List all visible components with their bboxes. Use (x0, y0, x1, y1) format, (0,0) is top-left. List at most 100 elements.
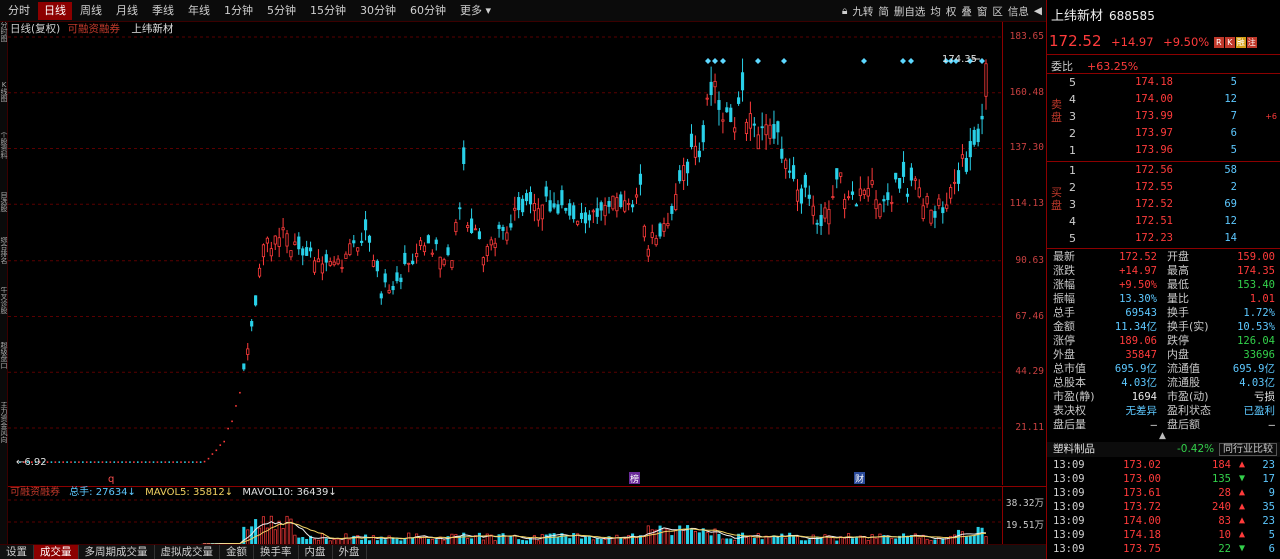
sector-name[interactable]: 塑料制品 (1053, 442, 1095, 457)
left-tab-4[interactable]: 综合排名 (0, 237, 8, 283)
stat-label: 流通股 (1167, 376, 1200, 389)
stock-name: 上纬新材 (1051, 9, 1104, 24)
tab-period-6[interactable]: 1分钟 (218, 2, 259, 20)
buy-level-row[interactable]: 3 172.52 69 (1047, 196, 1280, 213)
tab-period-4[interactable]: 季线 (146, 2, 180, 20)
toolbar-item-3[interactable]: 均 (930, 4, 941, 19)
buy-level-row[interactable]: 1 172.56 58 (1047, 162, 1280, 179)
lock-icon[interactable]: 🔒︎ (842, 5, 848, 18)
tab-period-2[interactable]: 周线 (74, 2, 108, 20)
tick-count: 5 (1268, 529, 1275, 541)
tab-period-10[interactable]: 60分钟 (404, 2, 452, 20)
left-tab-3[interactable]: 自选股 (0, 192, 8, 233)
toolbar-item-8[interactable]: 信息 (1008, 4, 1029, 19)
left-tab-2[interactable]: 个股资料 (0, 132, 8, 188)
toolbar-item-0[interactable]: 九转 (852, 4, 873, 19)
event-marker-icon[interactable] (720, 58, 726, 64)
tab-period-1[interactable]: 日线 (38, 1, 72, 20)
left-tab-5[interactable]: 牛叉诊股 (0, 287, 8, 338)
volume-bar (301, 537, 305, 544)
indicator-tab-1[interactable]: 成交量 (34, 545, 79, 559)
toolbar-item-6[interactable]: 窗 (977, 4, 988, 19)
indicator-tab-6[interactable]: 内盘 (299, 545, 333, 559)
toolbar-item-2[interactable]: 删自选 (894, 4, 926, 19)
volume-bar (513, 534, 517, 544)
collapse-panel-icon[interactable]: ◀ (1034, 5, 1042, 17)
toolbar-item-1[interactable]: 简 (878, 4, 889, 19)
candle (795, 179, 800, 212)
candle (968, 128, 972, 171)
price-line: 172.52 +14.97 +9.50% RK融注 (1049, 32, 1257, 50)
collapse-arrow-icon[interactable]: ▲ (1159, 431, 1166, 441)
stat-label: 市盈(静) (1053, 390, 1095, 403)
candle (113, 461, 116, 463)
stat-label: 盈利状态 (1167, 404, 1211, 417)
volume-bar (631, 533, 635, 544)
tab-period-11[interactable]: 更多 ▾ (454, 2, 497, 20)
volume-bar (984, 536, 988, 544)
volume-margin-label[interactable]: 可融资融券 (10, 487, 60, 498)
indicator-tab-7[interactable]: 外盘 (333, 545, 367, 559)
left-tab-0[interactable]: 分时图 (0, 22, 8, 78)
tab-period-7[interactable]: 5分钟 (261, 2, 302, 20)
indicator-tab-0[interactable]: 设置 (0, 545, 34, 559)
candle (352, 234, 356, 248)
margin-trading-label[interactable]: 可融资融券 (68, 23, 121, 35)
left-tab-1[interactable]: K线图 (0, 82, 8, 128)
event-marker-icon[interactable] (755, 58, 761, 64)
candle (470, 208, 474, 234)
candle (501, 224, 505, 240)
kline-chart[interactable]: 174.35 ←6.92 q 榜 财 (8, 22, 1002, 485)
stat-value: 1.01 (1249, 293, 1275, 305)
stock-badges: RK融注 (1213, 36, 1257, 49)
tick-count: 35 (1262, 501, 1275, 513)
candle (870, 167, 874, 188)
chart-marker-bang[interactable]: 榜 (630, 473, 639, 485)
indicator-tab-5[interactable]: 换手率 (254, 545, 299, 559)
stat-value: 亏损 (1254, 391, 1275, 403)
order-level: 2 (1069, 181, 1076, 194)
sell-level-row[interactable]: 1 173.96 5 (1047, 142, 1280, 159)
stat-value: 126.04 (1237, 335, 1275, 347)
candle (493, 237, 497, 257)
volume-bar (709, 535, 713, 544)
toolbar-item-4[interactable]: 权 (946, 4, 957, 19)
event-marker-icon[interactable] (908, 58, 914, 64)
divider (1047, 248, 1280, 249)
sell-level-row[interactable]: 3 173.99 7 +6 (1047, 108, 1280, 125)
event-marker-icon[interactable] (861, 58, 867, 64)
event-marker-icon[interactable] (712, 58, 718, 64)
chart-marker-q[interactable]: q (108, 474, 114, 485)
candle (395, 266, 399, 284)
tab-period-9[interactable]: 30分钟 (354, 2, 402, 20)
event-marker-icon[interactable] (705, 58, 711, 64)
left-tab-6[interactable]: 超级盘口 (0, 342, 8, 398)
candle (203, 460, 206, 463)
buy-level-row[interactable]: 4 172.51 12 (1047, 213, 1280, 230)
sell-level-row[interactable]: 4 174.00 12 (1047, 91, 1280, 108)
buy-level-row[interactable]: 5 172.23 14 (1047, 230, 1280, 247)
event-marker-icon[interactable] (781, 58, 787, 64)
left-tab-7[interactable]: 主力资金风向 (0, 402, 8, 540)
volume-bar (261, 516, 265, 544)
tab-period-3[interactable]: 月线 (110, 2, 144, 20)
toolbar-item-7[interactable]: 区 (992, 4, 1003, 19)
sell-level-row[interactable]: 2 173.97 6 (1047, 125, 1280, 142)
sell-level-row[interactable]: 5 174.18 5 (1047, 74, 1280, 91)
event-marker-icon[interactable] (900, 58, 906, 64)
candle (316, 249, 321, 263)
indicator-tab-3[interactable]: 虚拟成交量 (155, 545, 220, 559)
candle (133, 461, 135, 463)
buy-level-row[interactable]: 2 172.55 2 (1047, 179, 1280, 196)
volume-bar (764, 535, 768, 544)
chart-marker-cai[interactable]: 财 (855, 473, 864, 485)
tab-period-0[interactable]: 分时 (2, 2, 36, 20)
indicator-tab-4[interactable]: 金额 (220, 545, 254, 559)
order-price: 174.00 (1135, 93, 1173, 105)
toolbar-item-5[interactable]: 叠 (961, 4, 972, 19)
tab-period-8[interactable]: 15分钟 (304, 2, 352, 20)
tab-period-5[interactable]: 年线 (182, 2, 216, 20)
indicator-tab-2[interactable]: 多周期成交量 (79, 545, 155, 559)
candle (82, 461, 84, 463)
industry-compare-button[interactable]: 同行业比较 (1219, 443, 1277, 456)
